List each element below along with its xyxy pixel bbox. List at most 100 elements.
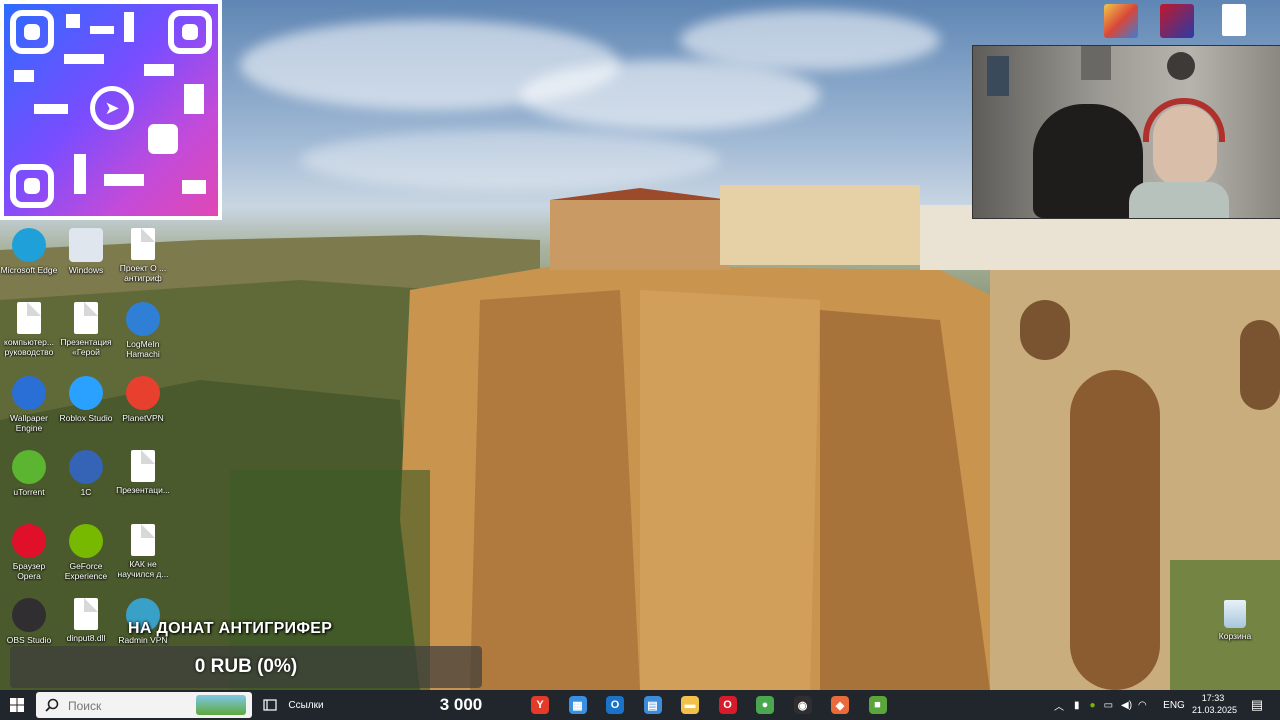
taskbar-app-button[interactable]: ◆ [828, 690, 852, 720]
wifi-icon[interactable]: ◠ [1138, 700, 1147, 711]
desktop-icon-label: 1С [80, 487, 92, 497]
recycle-bin[interactable]: Корзина [1206, 598, 1264, 668]
taskbar-app-button[interactable]: ▬ [678, 690, 702, 720]
donation-progress-value: 0 RUB (0%) [194, 656, 298, 677]
app-icon [12, 598, 46, 632]
desktop-icon[interactable]: Проект О ... антигриф [114, 226, 172, 296]
desktop-icon-label: Презентация «Герой [60, 337, 112, 357]
desktop-icon-label: uTorrent [13, 487, 45, 497]
webcam-overlay [972, 45, 1280, 219]
task-view-icon [263, 699, 277, 711]
app-icon [12, 450, 46, 484]
desktop-icon[interactable]: PlanetVPN [114, 374, 172, 444]
search-highlight-icon [196, 695, 246, 715]
taskbar-app-button[interactable]: ▤ [641, 690, 665, 720]
recycle-bin-label: Корзина [1218, 631, 1252, 641]
system-tray: ︿ ▮ ● ▭ ◀) ◠ [1054, 690, 1164, 720]
volume-icon[interactable]: ◀) [1121, 700, 1132, 711]
desktop-icon-label: Windows [68, 265, 104, 275]
notifications-icon[interactable]: ▤ [1246, 690, 1268, 720]
desktop-icon-label: Microsoft Edge [0, 265, 58, 275]
usb-icon[interactable]: ▮ [1074, 700, 1080, 711]
desktop-icon[interactable]: GeForce Experience [57, 522, 115, 592]
app-icon [126, 302, 160, 336]
desktop-icon[interactable]: Презентация «Герой [57, 300, 115, 370]
taskbar-app-button[interactable]: ▦ [566, 690, 590, 720]
file-shortcut-icon[interactable] [1222, 4, 1246, 36]
taskbar-app-button[interactable]: Y [528, 690, 552, 720]
clock-time: 17:33 [1201, 693, 1225, 703]
desktop-icon[interactable]: Windows [57, 226, 115, 296]
app-shortcut-icon[interactable] [1160, 4, 1194, 38]
desktop-icon[interactable]: компьютер... руководство [0, 300, 58, 370]
desktop-icon[interactable]: КАК не научился д... [114, 522, 172, 592]
document-file-icon [131, 450, 155, 482]
obs-icon: ◉ [793, 696, 812, 714]
start-button[interactable] [0, 690, 34, 720]
show-hidden-icons[interactable]: ︿ [1054, 698, 1064, 713]
taskbar-search[interactable] [36, 692, 252, 718]
clock-date: 21.03.2025 [1192, 705, 1238, 715]
desktop-icon-label: КАК не научился д... [117, 559, 169, 579]
app-icon [69, 524, 103, 558]
task-view-button[interactable] [258, 690, 282, 720]
document-file-icon [74, 302, 98, 334]
app-icon [69, 450, 103, 484]
app-icon [126, 376, 160, 410]
desktop-icon-label: GeForce Experience [64, 561, 108, 581]
desktop-icon-label: компьютер... руководство [4, 337, 54, 357]
game-shortcut-icon[interactable] [1104, 4, 1138, 38]
links-toolbar[interactable]: Ссылки [286, 690, 326, 720]
file-explorer-icon: ▬ [681, 696, 699, 714]
desktop-icon[interactable]: Roblox Studio [57, 374, 115, 444]
taskbar-counter: 3 000 [439, 695, 483, 714]
donation-title: НА ДОНАТ АНТИГРИФЕР [128, 620, 333, 637]
app-icon [69, 376, 103, 410]
network-icon[interactable]: ▭ [1104, 700, 1113, 711]
taskbar-app-button[interactable]: O [603, 690, 627, 720]
taskbar-app-button[interactable]: ◉ [791, 690, 815, 720]
donation-progress-bar: 0 RUB (0%) [10, 646, 482, 688]
app-icon [12, 524, 46, 558]
desktop-icon[interactable]: LogMeIn Hamachi [114, 300, 172, 370]
nvidia-tray-icon[interactable]: ● [1090, 700, 1096, 711]
desktop-icon[interactable]: uTorrent [0, 448, 58, 518]
taskbar-app-button[interactable]: ■ [866, 690, 890, 720]
app-icon [12, 376, 46, 410]
desktop-icon-label: Презентаци... [116, 485, 170, 495]
outlook-icon: O [606, 696, 624, 714]
yandex-browser-icon: Y [531, 696, 549, 714]
desktop-icon-label: PlanetVPN [122, 413, 164, 423]
language-indicator[interactable]: ENG [1162, 690, 1186, 720]
desktop-icon-label: Wallpaper Engine [10, 413, 48, 433]
windows-logo-icon [10, 698, 24, 712]
opera-icon: O [718, 696, 737, 714]
desktop-icon-label: Браузер Opera [12, 561, 46, 581]
qr-code: ➤ [0, 0, 222, 220]
search-icon [45, 698, 59, 712]
minecraft-icon: ■ [868, 696, 887, 714]
document-file-icon [131, 228, 155, 260]
desktop-icon[interactable]: Microsoft Edge [0, 226, 58, 296]
desktop-icon[interactable]: 1С [57, 448, 115, 518]
desktop-icon-label: Roblox Studio [59, 413, 113, 423]
taskbar-app-button[interactable]: ● [753, 690, 777, 720]
recycle-bin-icon [1224, 600, 1246, 628]
person-silhouette [1033, 104, 1143, 218]
calculator-icon: ▤ [643, 696, 662, 714]
desktop-icon[interactable]: Браузер Opera [0, 522, 58, 592]
clock[interactable]: 17:33 21.03.2025 [1192, 692, 1238, 718]
desktop-icon[interactable]: Презентаци... [114, 448, 172, 518]
desktop-icon-label: Проект О ... антигриф [119, 263, 167, 283]
document-file-icon [74, 598, 98, 630]
app-icon [12, 228, 46, 262]
chrome-icon: ● [756, 696, 774, 714]
document-file-icon [131, 524, 155, 556]
app-icon [69, 228, 103, 262]
document-file-icon [17, 302, 41, 334]
desktop-icon[interactable]: Wallpaper Engine [0, 374, 58, 444]
telegram-icon: ➤ [90, 86, 134, 130]
taskbar-app-button[interactable]: O [716, 690, 740, 720]
store-icon: ▦ [568, 696, 587, 714]
desktop-icon-label: LogMeIn Hamachi [126, 339, 160, 359]
